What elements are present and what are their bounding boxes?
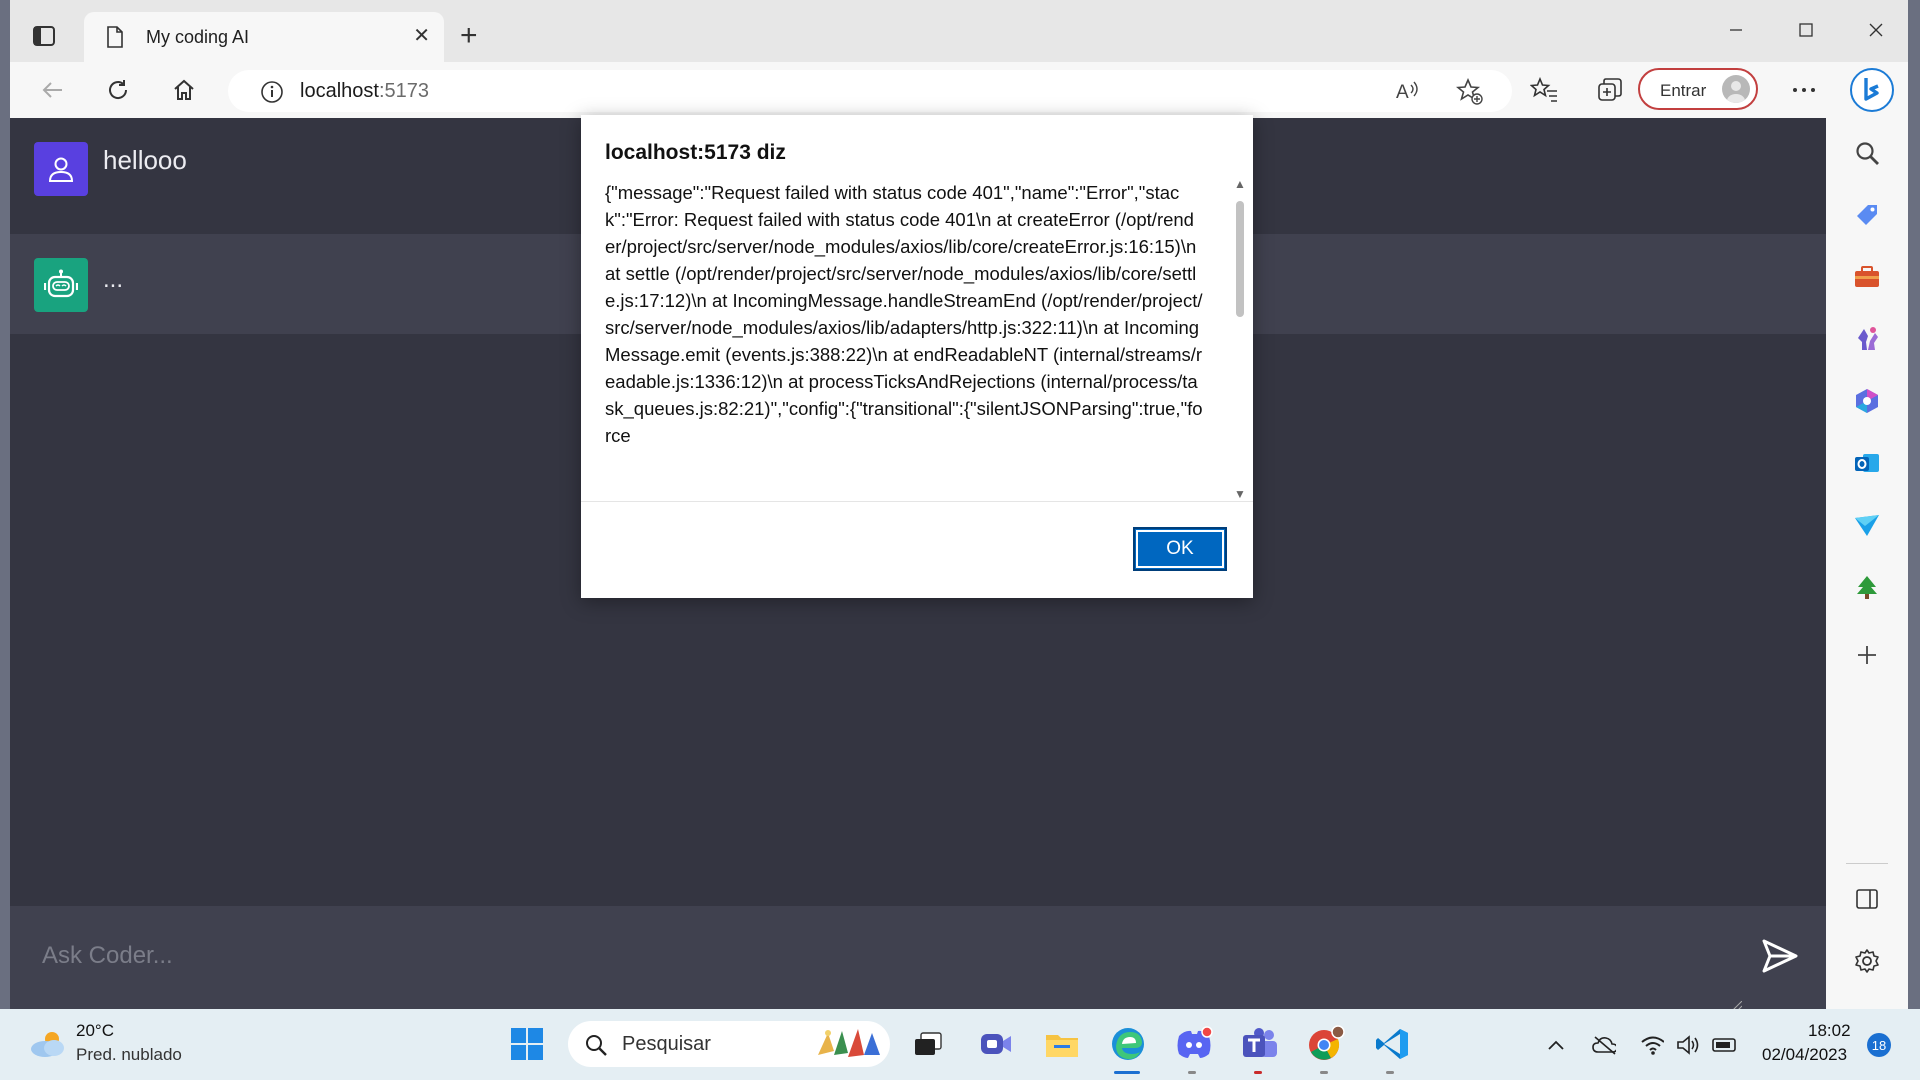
tab-title: My coding AI bbox=[146, 27, 250, 47]
chat-input[interactable]: Ask Coder... bbox=[42, 942, 173, 970]
sidebar-outlook-icon[interactable] bbox=[1850, 446, 1884, 480]
tab-close-icon[interactable]: ✕ bbox=[413, 26, 430, 46]
sidebar-m365-icon[interactable] bbox=[1850, 384, 1884, 418]
address-bar[interactable]: localhost:5173 A bbox=[228, 70, 1512, 112]
sidebar-drop-icon[interactable] bbox=[1850, 508, 1884, 542]
sidebar-tree-icon[interactable] bbox=[1850, 570, 1884, 604]
chrome-icon[interactable] bbox=[1306, 1024, 1346, 1064]
ok-button[interactable]: OK bbox=[1133, 527, 1227, 571]
scroll-down-icon[interactable]: ▼ bbox=[1234, 487, 1246, 501]
more-menu-icon[interactable] bbox=[1786, 72, 1822, 108]
bot-avatar-icon bbox=[34, 258, 88, 312]
sidebar-divider bbox=[1846, 863, 1888, 864]
search-label: Pesquisar bbox=[622, 1033, 711, 1055]
svg-text:A: A bbox=[1396, 82, 1409, 103]
url-text[interactable]: localhost:5173 bbox=[300, 80, 429, 103]
sidebar-tools-icon[interactable] bbox=[1850, 260, 1884, 294]
taskbar-search[interactable]: Pesquisar bbox=[568, 1021, 890, 1067]
discord-indicator bbox=[1188, 1071, 1196, 1074]
alert-dialog: localhost:5173 diz {"message":"Request f… bbox=[581, 115, 1253, 598]
dialog-message: {"message":"Request failed with status c… bbox=[605, 182, 1203, 446]
sidebar-split-icon[interactable] bbox=[1850, 882, 1884, 916]
minimize-icon[interactable] bbox=[1716, 14, 1756, 46]
vscode-icon[interactable] bbox=[1372, 1024, 1412, 1064]
edge-sidebar bbox=[1826, 118, 1908, 1009]
search-icon bbox=[584, 1033, 608, 1062]
tab-bar: My coding AI ✕ + bbox=[10, 0, 1908, 62]
scroll-thumb[interactable] bbox=[1236, 201, 1244, 317]
add-favorite-icon[interactable] bbox=[1455, 77, 1484, 111]
weather-temp[interactable]: 20°C bbox=[76, 1021, 114, 1041]
read-aloud-icon[interactable]: A bbox=[1396, 79, 1422, 108]
tray-chevron-icon[interactable] bbox=[1544, 1033, 1568, 1057]
signin-button[interactable]: Entrar bbox=[1638, 68, 1758, 110]
task-view-icon[interactable] bbox=[908, 1024, 948, 1064]
profile-avatar-icon bbox=[1722, 75, 1750, 103]
edge-active-indicator bbox=[1114, 1071, 1140, 1074]
home-icon[interactable] bbox=[166, 72, 202, 108]
url-port: :5173 bbox=[378, 80, 429, 102]
tab-actions-icon[interactable] bbox=[30, 22, 58, 50]
volume-icon[interactable] bbox=[1676, 1033, 1700, 1057]
sidebar-add-icon[interactable] bbox=[1850, 638, 1884, 672]
user-avatar-icon bbox=[34, 142, 88, 196]
favorites-icon[interactable] bbox=[1526, 72, 1562, 108]
bot-message-text: ... bbox=[103, 266, 124, 293]
weather-cloud-icon[interactable] bbox=[28, 1029, 68, 1059]
collections-icon[interactable] bbox=[1592, 72, 1628, 108]
signin-label: Entrar bbox=[1660, 81, 1707, 100]
edge-icon[interactable] bbox=[1108, 1024, 1148, 1064]
battery-icon[interactable] bbox=[1712, 1033, 1736, 1057]
tab-my-coding-ai[interactable]: My coding AI ✕ bbox=[84, 12, 444, 62]
sidebar-shopping-icon[interactable] bbox=[1850, 198, 1884, 232]
sidebar-games-icon[interactable] bbox=[1850, 322, 1884, 356]
dialog-title: localhost:5173 diz bbox=[605, 141, 786, 164]
bing-copilot-icon[interactable] bbox=[1848, 66, 1896, 114]
windows-start-icon[interactable] bbox=[510, 1027, 544, 1061]
send-icon[interactable] bbox=[1760, 936, 1800, 976]
page-icon bbox=[106, 26, 124, 53]
new-tab-icon[interactable]: + bbox=[460, 21, 478, 51]
wifi-icon[interactable] bbox=[1640, 1033, 1664, 1057]
browser-toolbar: localhost:5173 A Entrar bbox=[10, 62, 1908, 118]
teams-icon[interactable] bbox=[1240, 1024, 1280, 1064]
discord-icon[interactable] bbox=[1174, 1024, 1214, 1064]
dialog-scrollbar[interactable]: ▲ ▼ bbox=[1232, 177, 1246, 501]
maximize-icon[interactable] bbox=[1786, 14, 1826, 46]
refresh-icon[interactable] bbox=[100, 72, 136, 108]
notification-badge[interactable]: 18 bbox=[1867, 1033, 1891, 1057]
windows-taskbar: 20°C Pred. nublado Pesquisar 18:02 02/04… bbox=[0, 1009, 1920, 1080]
site-info-icon[interactable] bbox=[260, 80, 284, 109]
onedrive-icon[interactable] bbox=[1592, 1033, 1616, 1057]
chrome-indicator bbox=[1320, 1071, 1328, 1074]
teams-meet-icon[interactable] bbox=[976, 1024, 1016, 1064]
sidebar-settings-icon[interactable] bbox=[1850, 944, 1884, 978]
url-host: localhost bbox=[300, 80, 379, 102]
resize-handle-icon[interactable] bbox=[1731, 998, 1743, 1012]
teams-indicator bbox=[1254, 1071, 1262, 1074]
search-highlight-icon bbox=[814, 1025, 886, 1068]
dialog-separator bbox=[581, 501, 1253, 502]
user-message-text: hellooo bbox=[103, 145, 187, 175]
back-arrow-icon[interactable] bbox=[34, 72, 70, 108]
close-window-icon[interactable] bbox=[1856, 14, 1896, 46]
weather-desc[interactable]: Pred. nublado bbox=[76, 1045, 182, 1065]
clock-time[interactable]: 18:02 bbox=[1808, 1021, 1851, 1041]
clock-date[interactable]: 02/04/2023 bbox=[1762, 1045, 1847, 1065]
chat-input-bar: Ask Coder... bbox=[10, 906, 1826, 1012]
scroll-up-icon[interactable]: ▲ bbox=[1234, 177, 1246, 191]
file-explorer-icon[interactable] bbox=[1042, 1024, 1082, 1064]
sidebar-search-icon[interactable] bbox=[1850, 136, 1884, 170]
vscode-indicator bbox=[1386, 1071, 1394, 1074]
